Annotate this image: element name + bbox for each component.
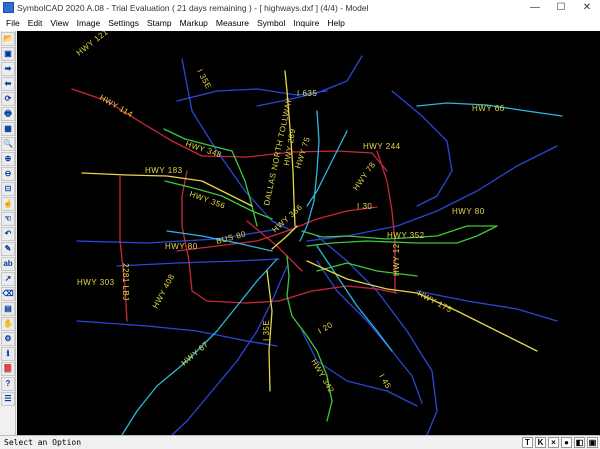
road-green xyxy=(231,150,258,227)
zoom-icon[interactable]: 🔍 xyxy=(1,137,15,151)
save-icon[interactable]: ▣ xyxy=(1,47,15,61)
road-blue xyxy=(256,55,363,107)
split-view-icon[interactable]: ◧ xyxy=(574,437,585,448)
window-icon[interactable]: ▣ xyxy=(587,437,598,448)
menu-settings[interactable]: Settings xyxy=(104,18,143,28)
window-controls: — ☐ ✕ xyxy=(522,0,600,15)
menu-file[interactable]: File xyxy=(2,18,24,28)
left-toolbar: 📂 ▣ ➡ ⬅ ⟳ 🖶 ▦ 🔍 ⊕ ⊖ ⊡ ☝ ☜ ↶ ✎ ab ↗ ⌫ ▤ ✋ ⚙ ℹ 📕? ☰ xyxy=(0,31,16,435)
title-bar: SymbolCAD 2020 A.08 - Trial Evaluation (… xyxy=(0,0,600,15)
label-i-35e-south: I 35E xyxy=(262,320,271,341)
record-icon[interactable]: ● xyxy=(561,437,572,448)
toolbar-icon[interactable]: ▦ xyxy=(1,122,15,136)
road-blue xyxy=(316,260,423,404)
road-blue xyxy=(116,258,280,267)
label-hwy-66: HWY 66 xyxy=(472,104,505,113)
road-blue xyxy=(391,90,453,207)
zoom-window-icon[interactable]: ⊡ xyxy=(1,182,15,196)
road-yellow xyxy=(306,260,538,352)
label-hwy-244: HWY 244 xyxy=(363,142,401,151)
close-button[interactable]: ✕ xyxy=(574,0,600,15)
highway-map[interactable]: HWY 121I 35EI 635HWY 66HWY 114 DALLAS NOR… xyxy=(17,31,600,435)
zoom-in-icon[interactable]: ⊕ xyxy=(1,152,15,166)
status-message: Select an Option xyxy=(4,438,82,447)
pencil-icon[interactable]: ✎ xyxy=(1,242,15,256)
road-cyan xyxy=(306,130,348,207)
menu-bar: File Edit View Image Settings Stamp Mark… xyxy=(0,15,600,31)
road-cyan xyxy=(316,245,393,352)
menu-inquire[interactable]: Inquire xyxy=(289,18,323,28)
pan-icon[interactable]: ☝ xyxy=(1,197,15,211)
zoom-out-icon[interactable]: ⊖ xyxy=(1,167,15,181)
label-hwy-352: HWY 352 xyxy=(387,231,425,240)
refresh-icon[interactable]: ⟳ xyxy=(1,92,15,106)
text-mode-icon[interactable]: T xyxy=(522,437,533,448)
menu-symbol[interactable]: Symbol xyxy=(253,18,289,28)
dimension-icon[interactable]: ↗ xyxy=(1,272,15,286)
label-hwy-67: HWY 67 xyxy=(180,340,211,368)
layer-icon[interactable]: ▤ xyxy=(1,302,15,316)
menu-view[interactable]: View xyxy=(46,18,72,28)
label-hwy-80-east: HWY 80 xyxy=(452,207,485,216)
label-lbj-2281: 2281 LBJ xyxy=(121,263,130,301)
label-hwy-12: HWY 12 xyxy=(392,243,401,276)
menu-markup[interactable]: Markup xyxy=(176,18,212,28)
menu-edit[interactable]: Edit xyxy=(24,18,47,28)
label-hwy-121: HWY 121 xyxy=(75,31,110,58)
menu-help[interactable]: Help xyxy=(323,18,348,28)
cancel-icon[interactable]: × xyxy=(548,437,559,448)
drawing-canvas[interactable]: HWY 121 I 35E I 635 HWY 66 HWY 114 DALLAS NOR… xyxy=(17,31,600,435)
book-icon[interactable]: 📕 xyxy=(1,362,15,376)
label-hwy-78: HWY 78 xyxy=(351,160,377,192)
label-i-45: I 45 xyxy=(377,373,392,391)
status-bar: Select an Option T K × ● ◧ ▣ xyxy=(0,435,600,449)
menu-measure[interactable]: Measure xyxy=(212,18,253,28)
label-i-30: I 30 xyxy=(357,202,372,211)
select-icon[interactable]: ☜ xyxy=(1,212,15,226)
label-hwy-303: HWY 303 xyxy=(77,278,115,287)
window-title: SymbolCAD 2020 A.08 - Trial Evaluation (… xyxy=(17,2,369,13)
road-blue xyxy=(76,228,280,244)
highway-labels: HWY 121I 35EI 635HWY 66HWY 114 DALLAS NOR… xyxy=(75,31,505,395)
label-hwy-408: HWY 408 xyxy=(151,272,177,309)
label-hwy-80-west: HWY 80 xyxy=(165,242,198,251)
info-icon[interactable]: ℹ xyxy=(1,347,15,361)
label-hwy-183: HWY 183 xyxy=(145,166,183,175)
print-icon[interactable]: 🖶 xyxy=(1,107,15,121)
label-hwy-366: HWY 366 xyxy=(270,203,304,235)
label-hwy-75: HWY 75 xyxy=(293,136,312,170)
road-blue xyxy=(76,320,278,347)
help-icon[interactable]: ? xyxy=(1,377,15,391)
label-hwy-114: HWY 114 xyxy=(98,93,135,119)
text-icon[interactable]: ab xyxy=(1,257,15,271)
minimize-button[interactable]: — xyxy=(522,0,548,15)
hand-icon[interactable]: ✋ xyxy=(1,317,15,331)
forward-icon[interactable]: ➡ xyxy=(1,62,15,76)
road-yellow xyxy=(81,172,253,207)
properties-icon[interactable]: ☰ xyxy=(1,392,15,406)
road-green xyxy=(286,255,333,422)
road-blue xyxy=(306,145,558,242)
label-i-635: I 635 xyxy=(297,89,317,98)
eraser-icon[interactable]: ⌫ xyxy=(1,287,15,301)
undo-icon[interactable]: ↶ xyxy=(1,227,15,241)
back-icon[interactable]: ⬅ xyxy=(1,77,15,91)
label-i-20: I 20 xyxy=(317,320,335,335)
maximize-button[interactable]: ☐ xyxy=(548,0,574,15)
k-mode-icon[interactable]: K xyxy=(535,437,546,448)
open-icon[interactable]: 📂 xyxy=(1,32,15,46)
menu-image[interactable]: Image xyxy=(73,18,105,28)
label-i-35e-north: I 35E xyxy=(195,68,213,91)
settings-icon[interactable]: ⚙ xyxy=(1,332,15,346)
app-logo-icon xyxy=(3,2,14,13)
label-hwy-342: HWY 342 xyxy=(309,358,336,395)
status-icons: T K × ● ◧ ▣ xyxy=(520,437,598,448)
label-hwy-175: HWY 175 xyxy=(416,289,453,315)
menu-stamp[interactable]: Stamp xyxy=(143,18,176,28)
